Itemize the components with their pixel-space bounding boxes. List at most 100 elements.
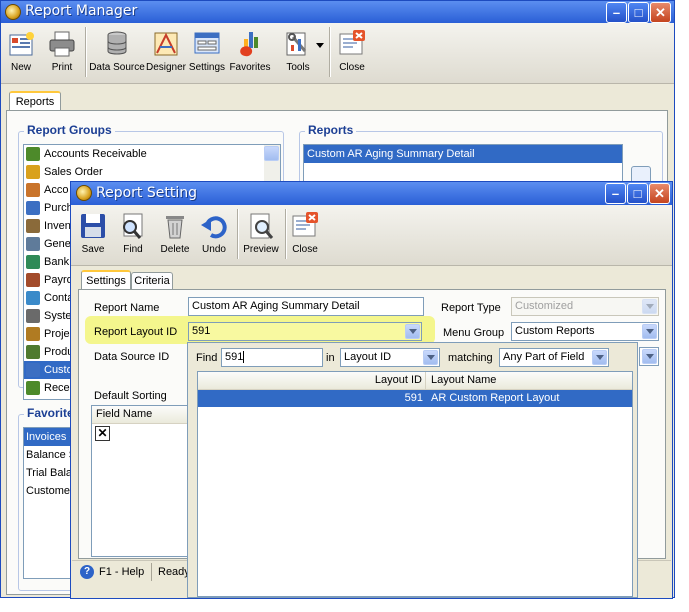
help-status: F1 - Help (99, 566, 145, 578)
report-group-label: Payro (44, 274, 73, 286)
report-name-label: Report Name (94, 302, 160, 314)
report-group-label: Gene (44, 238, 71, 250)
toolbar-favorites-button[interactable]: Favorites (227, 29, 273, 73)
report-group-label: Conta (44, 292, 74, 304)
report-group-icon (26, 363, 40, 378)
toolbar-settings-button[interactable]: Settings (187, 29, 227, 73)
chevron-down-icon[interactable] (642, 299, 657, 314)
toolbar-separator (85, 27, 87, 77)
grid-header: Layout ID Layout Name (198, 372, 632, 390)
menu-group-value: Custom Reports (515, 325, 595, 337)
ready-status: Ready (158, 566, 190, 578)
main-window-title: Report Manager (25, 3, 138, 19)
maximize-button[interactable]: □ (627, 183, 648, 204)
report-group-label: Bank (44, 256, 70, 268)
toolbar-delete-button[interactable]: Delete (155, 211, 195, 255)
delete-icon (160, 211, 190, 241)
help-icon: ? (80, 565, 94, 579)
report-group-label: Proje (44, 328, 70, 340)
report-group-icon (26, 147, 40, 162)
report-group-icon (26, 183, 40, 198)
chevron-down-icon[interactable] (405, 324, 420, 339)
report-group-label: Syste (44, 310, 72, 322)
matching-select[interactable]: Any Part of Field (499, 348, 609, 367)
search-column-select[interactable]: Layout ID (340, 348, 440, 367)
menu-group-select[interactable]: Custom Reports (511, 322, 659, 341)
report-group-label: Sales Order (44, 166, 103, 178)
tab-settings[interactable]: Settings (81, 270, 131, 290)
layout-name-column-header[interactable]: Layout Name (431, 372, 496, 389)
toolbar-find-button[interactable]: Find (115, 211, 151, 255)
layout-name-cell: AR Custom Report Layout (431, 392, 560, 404)
toolbar-tools-button[interactable]: Tools (275, 29, 321, 73)
toolbar-separator (237, 209, 239, 259)
chevron-down-icon[interactable] (642, 324, 657, 339)
chevron-down-icon[interactable] (423, 350, 438, 365)
report-group-label: Inven (44, 220, 71, 232)
menu-group-label: Menu Group (443, 327, 505, 339)
report-group-icon (26, 381, 40, 396)
layout-id-column-header[interactable]: Layout ID (198, 372, 426, 389)
report-group-label: Rece (44, 382, 70, 394)
layout-results-grid: Layout ID Layout Name 591 AR Custom Repo… (197, 371, 633, 597)
report-type-label: Report Type (441, 302, 501, 314)
report-group-icon (26, 291, 40, 306)
default-sorting-grid: Field Name ✕ (91, 405, 193, 557)
chevron-down-icon[interactable] (592, 350, 607, 365)
report-group-item[interactable]: Accounts Receivable (24, 145, 280, 163)
new-report-icon (6, 29, 36, 59)
report-type-select[interactable]: Customized (511, 297, 659, 316)
toolbar-separator (285, 209, 287, 259)
database-icon (102, 29, 132, 59)
close-window-button[interactable]: ✕ (650, 2, 671, 23)
layout-id-cell: 591 (404, 392, 423, 404)
find-label: Find (196, 352, 218, 364)
minimize-button[interactable]: – (606, 2, 627, 23)
close-doc-icon (337, 29, 367, 59)
report-group-icon (26, 345, 40, 360)
close-window-button[interactable]: ✕ (649, 183, 670, 204)
chevron-down-icon[interactable] (642, 349, 657, 364)
report-group-icon (26, 255, 40, 270)
data-source-select[interactable] (639, 347, 659, 366)
toolbar-close-button[interactable]: Close (333, 29, 371, 73)
report-item[interactable]: Custom AR Aging Summary Detail (304, 145, 622, 163)
in-label: in (326, 352, 335, 364)
report-layout-id-select[interactable]: 591 (188, 322, 422, 341)
report-group-label: Accounts Receivable (44, 148, 147, 160)
report-name-input[interactable]: Custom AR Aging Summary Detail (188, 297, 424, 316)
scroll-up-button[interactable] (264, 146, 279, 161)
minimize-button[interactable]: – (605, 183, 626, 204)
default-sorting-label: Default Sorting (94, 390, 167, 402)
toolbar-data-source-button[interactable]: Data Source (89, 29, 145, 73)
table-row[interactable]: 591 AR Custom Report Layout (198, 390, 632, 407)
toolbar-separator (329, 27, 331, 77)
save-icon (78, 211, 108, 241)
setting-title-bar[interactable]: Report Setting – □ ✕ (71, 182, 672, 205)
tab-criteria[interactable]: Criteria (131, 272, 173, 290)
main-title-bar[interactable]: Report Manager – □ ✕ (1, 1, 674, 23)
toolbar-new-button[interactable]: New (1, 29, 41, 73)
favorites-title: Favorite (24, 406, 77, 420)
toolbar-save-button[interactable]: Save (75, 211, 111, 255)
toolbar-close-button[interactable]: Close (288, 211, 322, 255)
report-group-icon (26, 201, 40, 216)
remove-sort-field-button[interactable]: ✕ (95, 426, 110, 441)
toolbar-undo-button[interactable]: Undo (197, 211, 231, 255)
app-icon (76, 185, 92, 201)
report-group-icon (26, 219, 40, 234)
tools-dropdown-arrow-icon[interactable] (316, 43, 324, 48)
status-divider (151, 563, 152, 581)
find-input[interactable]: 591 (221, 348, 323, 367)
toolbar-preview-button[interactable]: Preview (241, 211, 281, 255)
reports-group-title: Reports (305, 123, 357, 137)
field-name-header: Field Name (92, 406, 192, 424)
maximize-button[interactable]: □ (628, 2, 649, 23)
report-layout-id-value: 591 (192, 325, 211, 337)
tab-reports[interactable]: Reports (9, 91, 61, 111)
report-group-item[interactable]: Sales Order (24, 163, 280, 181)
toolbar-print-button[interactable]: Print (41, 29, 83, 73)
toolbar-designer-button[interactable]: Designer (145, 29, 187, 73)
settings-icon (192, 29, 222, 59)
text-cursor (243, 351, 245, 364)
